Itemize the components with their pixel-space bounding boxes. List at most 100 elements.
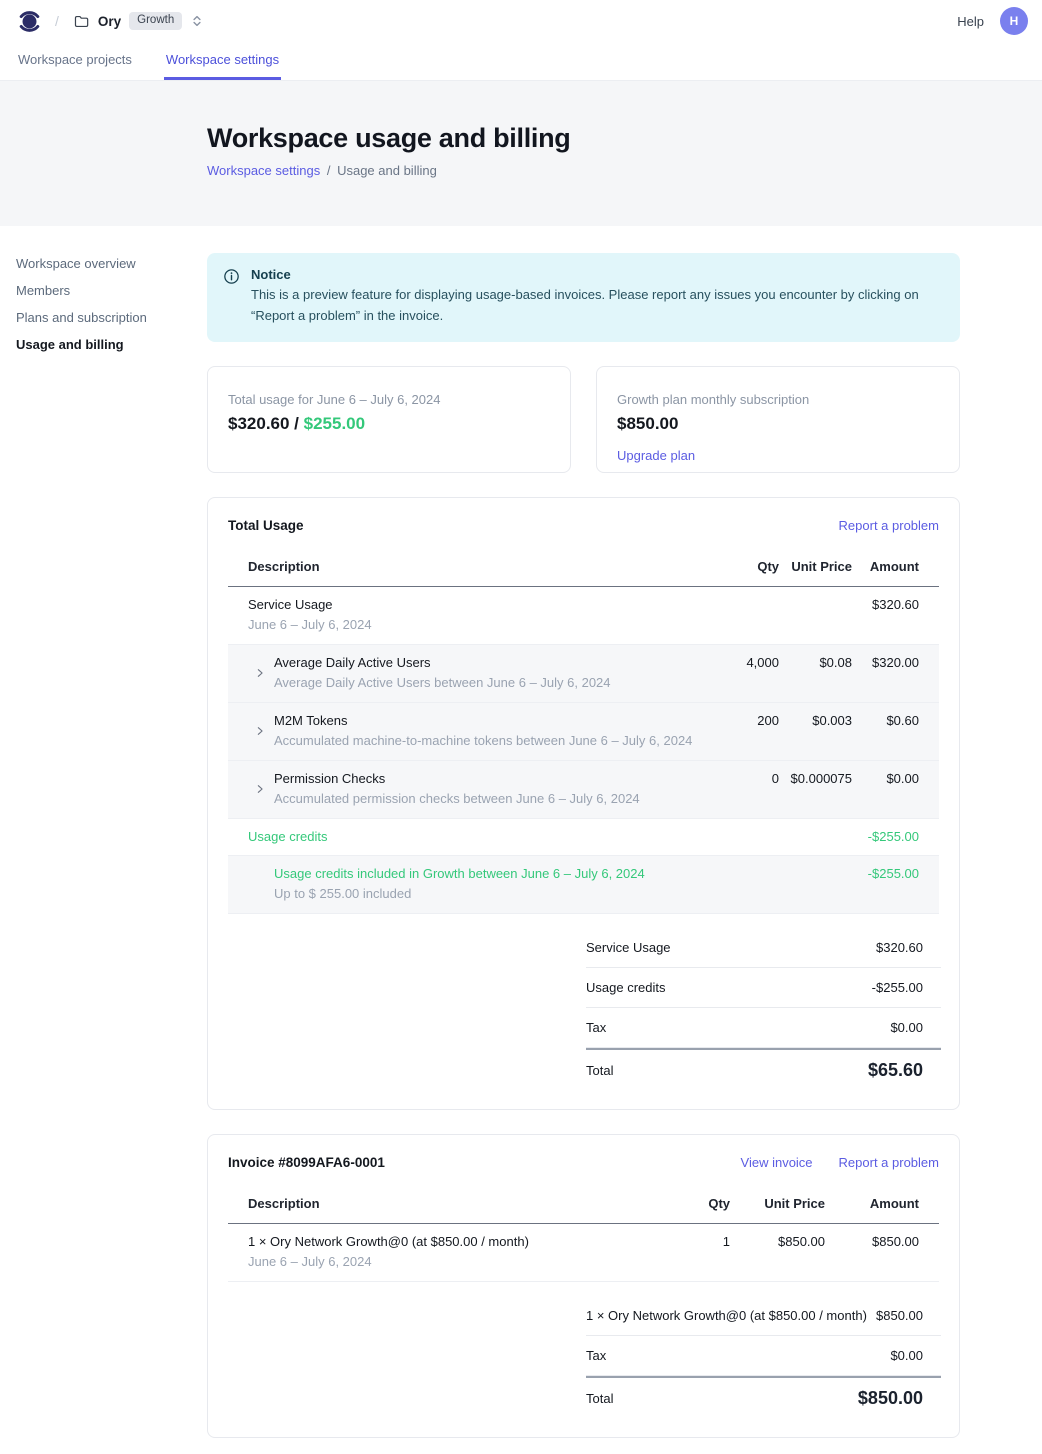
row-amount: $0.60	[852, 712, 919, 730]
summary-label: Tax	[586, 1020, 606, 1035]
row-amount: -$255.00	[852, 865, 919, 883]
summary-total-row: Total $65.60	[586, 1048, 941, 1081]
summary-label: Usage credits	[586, 980, 665, 995]
summary-value: $850.00	[876, 1308, 923, 1323]
breadcrumb-separator: /	[327, 163, 331, 178]
total-value: $65.60	[868, 1060, 923, 1081]
column-qty: Qty	[660, 1196, 730, 1211]
row-unit-price: $0.003	[779, 712, 852, 730]
page-header: Workspace usage and billing Workspace se…	[0, 81, 1042, 226]
chevron-right-icon[interactable]	[248, 712, 274, 750]
column-description: Description	[248, 1196, 660, 1211]
chevron-right-icon[interactable]	[248, 654, 274, 692]
sidebar-item-usage-and-billing[interactable]: Usage and billing	[16, 337, 207, 352]
top-navigation-bar: / Ory Growth Help H	[0, 0, 1042, 42]
total-usage-card: Total usage for June 6 – July 6, 2024 $3…	[207, 366, 571, 473]
usage-credit-amount: $255.00	[304, 414, 365, 433]
summary-row-tax: Tax $0.00	[586, 1008, 941, 1048]
tab-workspace-projects[interactable]: Workspace projects	[16, 42, 134, 80]
invoice-title: Invoice #8099AFA6-0001	[228, 1155, 741, 1170]
row-unit-price: $0.08	[779, 654, 852, 672]
total-usage-table-card: Total Usage Report a problem Description…	[207, 497, 960, 1110]
table-row-m2m-tokens[interactable]: M2M Tokens Accumulated machine-to-machin…	[228, 703, 939, 761]
subscription-card: Growth plan monthly subscription $850.00…	[596, 366, 960, 473]
summary-row-tax: Tax $0.00	[586, 1336, 941, 1376]
summary-cards: Total usage for June 6 – July 6, 2024 $3…	[207, 366, 960, 473]
row-amount: -$255.00	[852, 828, 919, 846]
summary-value: $0.00	[890, 1348, 923, 1363]
breadcrumb: Workspace settings / Usage and billing	[207, 163, 1042, 178]
table-row-permission-checks[interactable]: Permission Checks Accumulated permission…	[228, 761, 939, 819]
path-separator: /	[55, 13, 59, 29]
summary-value: $0.00	[890, 1020, 923, 1035]
total-usage-value: $320.60 / $255.00	[228, 414, 550, 434]
row-subtitle: Up to $ 255.00 included	[274, 885, 709, 903]
row-qty: 0	[709, 770, 779, 788]
view-invoice-link[interactable]: View invoice	[741, 1155, 813, 1170]
row-name: 1 × Ory Network Growth@0 (at $850.00 / m…	[248, 1233, 660, 1251]
row-unit-price: $850.00	[730, 1233, 825, 1251]
row-name: Average Daily Active Users	[274, 654, 709, 672]
report-a-problem-link[interactable]: Report a problem	[839, 518, 939, 533]
row-amount: $850.00	[825, 1233, 919, 1251]
plan-badge: Growth	[129, 12, 182, 30]
row-subtitle: Accumulated machine-to-machine tokens be…	[274, 732, 709, 750]
summary-total-row: Total $850.00	[586, 1376, 941, 1409]
column-description: Description	[248, 559, 709, 574]
table-row-usage-credits-included: Usage credits included in Growth between…	[228, 856, 939, 914]
summary-label: Tax	[586, 1348, 606, 1363]
row-qty: 200	[709, 712, 779, 730]
upgrade-plan-link[interactable]: Upgrade plan	[617, 448, 695, 463]
summary-label: 1 × Ory Network Growth@0 (at $850.00 / m…	[586, 1308, 867, 1323]
sidebar-item-members[interactable]: Members	[16, 283, 207, 298]
column-unit-price: Unit Price	[779, 559, 852, 574]
column-unit-price: Unit Price	[730, 1196, 825, 1211]
ory-logo[interactable]	[16, 8, 43, 35]
ory-logo-icon	[16, 8, 43, 35]
total-label: Total	[586, 1063, 613, 1078]
total-label: Total	[586, 1391, 613, 1406]
tab-workspace-settings[interactable]: Workspace settings	[164, 42, 281, 80]
row-subtitle: Accumulated permission checks between Ju…	[274, 790, 709, 808]
row-subtitle: June 6 – July 6, 2024	[248, 1253, 660, 1271]
column-amount: Amount	[825, 1196, 919, 1211]
notice-title: Notice	[251, 267, 944, 282]
avatar[interactable]: H	[1000, 7, 1028, 35]
report-a-problem-link[interactable]: Report a problem	[839, 1155, 939, 1170]
chevron-right-icon[interactable]	[248, 770, 274, 808]
table-row-usage-credits: Usage credits -$255.00	[228, 819, 939, 856]
table-row-service-usage: Service Usage June 6 – July 6, 2024 $320…	[228, 587, 939, 645]
help-link[interactable]: Help	[957, 14, 984, 29]
usage-amount-separator: /	[289, 414, 303, 433]
breadcrumb-current: Usage and billing	[337, 163, 437, 178]
sidebar-item-plans-and-subscription[interactable]: Plans and subscription	[16, 310, 207, 325]
workspace-tabs: Workspace projects Workspace settings	[0, 42, 1042, 81]
total-value: $850.00	[858, 1388, 923, 1409]
row-subtitle: June 6 – July 6, 2024	[248, 616, 709, 634]
usage-table-header: Description Qty Unit Price Amount	[228, 549, 939, 587]
row-amount: $320.00	[852, 654, 919, 672]
breadcrumb-link-workspace-settings[interactable]: Workspace settings	[207, 163, 320, 178]
info-icon	[223, 268, 240, 285]
invoice-card: Invoice #8099AFA6-0001 View invoice Repo…	[207, 1134, 960, 1438]
row-amount: $0.00	[852, 770, 919, 788]
workspace-switcher[interactable]: Ory Growth	[71, 8, 206, 34]
column-qty: Qty	[709, 559, 779, 574]
row-name: Permission Checks	[274, 770, 709, 788]
subscription-amount: $850.00	[617, 414, 939, 434]
workspace-name: Ory	[98, 14, 121, 29]
selector-icon	[190, 14, 204, 28]
row-qty: 1	[660, 1233, 730, 1251]
row-name: Usage credits	[248, 828, 709, 846]
row-name: Service Usage	[248, 596, 709, 614]
sidebar-item-workspace-overview[interactable]: Workspace overview	[16, 256, 207, 271]
invoice-table-header: Description Qty Unit Price Amount	[228, 1186, 939, 1224]
avatar-initial: H	[1010, 14, 1019, 28]
invoice-summary: 1 × Ory Network Growth@0 (at $850.00 / m…	[586, 1296, 941, 1409]
usage-table-title: Total Usage	[228, 518, 839, 533]
row-name: Usage credits included in Growth between…	[274, 865, 709, 883]
notice-body: This is a preview feature for displaying…	[251, 285, 944, 327]
usage-summary: Service Usage $320.60 Usage credits -$25…	[586, 928, 941, 1081]
table-row-average-daily-active-users[interactable]: Average Daily Active Users Average Daily…	[228, 645, 939, 703]
row-name: M2M Tokens	[274, 712, 709, 730]
